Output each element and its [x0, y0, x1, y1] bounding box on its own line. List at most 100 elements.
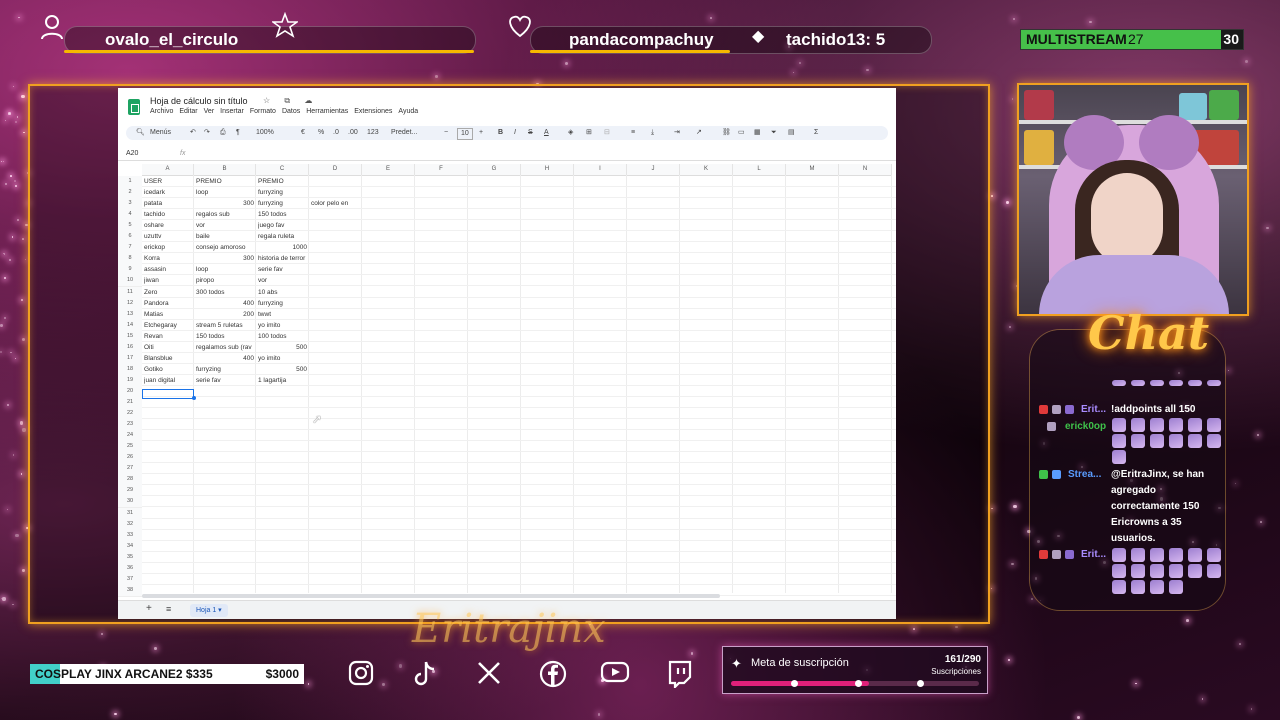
rotate-icon[interactable]: ↗	[696, 126, 702, 140]
fill-handle[interactable]	[192, 396, 196, 400]
add-sheet-button[interactable]: +	[146, 603, 152, 614]
cell[interactable]: 400	[196, 353, 254, 364]
merge-cells-icon[interactable]: ⊟	[604, 126, 610, 140]
cell[interactable]: furryzing	[196, 364, 254, 375]
cell[interactable]: 300 todos	[196, 287, 254, 298]
bold-icon[interactable]: B	[498, 126, 503, 140]
decrease-decimal-button[interactable]: .0	[333, 126, 339, 140]
align-icon[interactable]: ≡	[631, 126, 635, 140]
menu-item-formato[interactable]: Formato	[250, 108, 276, 115]
cell[interactable]: Matias	[144, 309, 192, 320]
document-title[interactable]: Hoja de cálculo sin título	[150, 96, 248, 106]
cell[interactable]: baile	[196, 231, 254, 242]
cell[interactable]: Etchegaray	[144, 320, 192, 331]
currency-button[interactable]: €	[301, 126, 305, 140]
cell[interactable]: historia de terror	[258, 253, 307, 264]
cell[interactable]: PREMIO	[196, 176, 254, 187]
cell[interactable]: 500	[258, 342, 307, 353]
font-size-increase[interactable]: +	[479, 126, 483, 140]
cell[interactable]: twwt	[258, 309, 307, 320]
cell[interactable]: 1 lagartija	[258, 375, 307, 386]
column-header-g[interactable]: G	[468, 164, 521, 176]
cell[interactable]: jiwan	[144, 275, 192, 286]
chat-username[interactable]: Strea...	[1068, 469, 1101, 480]
chat-username[interactable]: Erit...	[1081, 404, 1106, 415]
menu-item-herramientas[interactable]: Herramientas	[306, 108, 348, 115]
cell[interactable]: serie fav	[258, 264, 307, 275]
cell[interactable]: 200	[196, 309, 254, 320]
fill-color-icon[interactable]: ◈	[568, 126, 573, 140]
column-header-i[interactable]: I	[574, 164, 627, 176]
cell[interactable]: serie fav	[196, 375, 254, 386]
filter-views-icon[interactable]: ▤	[788, 126, 795, 140]
tab-hoja-1[interactable]: Hoja 1 ▾	[190, 604, 228, 617]
cell[interactable]: oshare	[144, 220, 192, 231]
column-header-e[interactable]: E	[362, 164, 415, 176]
cell[interactable]: 500	[258, 364, 307, 375]
percent-button[interactable]: %	[318, 126, 324, 140]
italic-icon[interactable]: I	[514, 126, 516, 140]
cell[interactable]: icedark	[144, 187, 192, 198]
cell[interactable]: consejo amoroso	[196, 242, 254, 253]
cell[interactable]: erickop	[144, 242, 192, 253]
column-header-l[interactable]: L	[733, 164, 786, 176]
title-action-icons[interactable]: ☆ ⧉ ☁	[263, 96, 318, 106]
cell[interactable]: 100 todos	[258, 331, 307, 342]
chat-username[interactable]: Erit...	[1081, 549, 1106, 560]
comment-icon[interactable]: ▭	[738, 126, 745, 140]
font-select[interactable]: Predet...	[391, 126, 417, 140]
column-header-a[interactable]: A	[142, 164, 194, 176]
search-menus[interactable]: Menús	[150, 126, 171, 140]
cell[interactable]: color pelo en	[311, 198, 371, 209]
cell[interactable]: 10 abs	[258, 287, 307, 298]
more-formats-button[interactable]: 123	[367, 126, 379, 140]
search-menus-icon[interactable]: 🔍︎	[136, 126, 145, 140]
menu-item-insertar[interactable]: Insertar	[220, 108, 244, 115]
column-header-c[interactable]: C	[256, 164, 309, 176]
cell[interactable]: piropo	[196, 275, 254, 286]
strikethrough-icon[interactable]: S	[528, 126, 533, 140]
cell[interactable]: loop	[196, 187, 254, 198]
column-header-d[interactable]: D	[309, 164, 362, 176]
cell[interactable]: Blansblue	[144, 353, 192, 364]
cell[interactable]: vor	[196, 220, 254, 231]
column-header-k[interactable]: K	[680, 164, 733, 176]
wrap-icon[interactable]: ⇥	[674, 126, 680, 140]
chat-username[interactable]: erick0op	[1065, 421, 1106, 432]
undo-icon[interactable]: ↶	[190, 126, 196, 140]
menu-item-ver[interactable]: Ver	[204, 108, 215, 115]
menu-item-archivo[interactable]: Archivo	[150, 108, 173, 115]
cell[interactable]: 150 todos	[258, 209, 307, 220]
cell[interactable]: Revan	[144, 331, 192, 342]
increase-decimal-button[interactable]: .00	[348, 126, 358, 140]
horizontal-scrollbar[interactable]	[142, 594, 720, 598]
font-size-decrease[interactable]: −	[444, 126, 448, 140]
cell[interactable]: Pandora	[144, 298, 192, 309]
cell[interactable]: Zero	[144, 287, 192, 298]
column-header-n[interactable]: N	[839, 164, 892, 176]
name-box[interactable]: A20	[126, 148, 138, 160]
cell[interactable]: yo imito	[258, 320, 307, 331]
filter-icon[interactable]: ⏷	[771, 126, 777, 140]
link-icon[interactable]: ⛓	[722, 126, 731, 140]
column-header-j[interactable]: J	[627, 164, 680, 176]
cell[interactable]: regalos sub	[196, 209, 254, 220]
cell[interactable]: Korra	[144, 253, 192, 264]
paint-format-icon[interactable]: ¶	[236, 126, 240, 140]
menu-item-editar[interactable]: Editar	[179, 108, 197, 115]
borders-icon[interactable]: ⊞	[586, 126, 592, 140]
vertical-align-icon[interactable]: ⤓	[651, 126, 654, 140]
column-header-b[interactable]: B	[194, 164, 256, 176]
cell[interactable]: furryzing	[258, 198, 307, 209]
menu-item-datos[interactable]: Datos	[282, 108, 300, 115]
cell[interactable]: tachido	[144, 209, 192, 220]
chart-icon[interactable]: ▦	[754, 126, 761, 140]
functions-icon[interactable]: Σ	[814, 126, 818, 140]
cell[interactable]: regala ruleta	[258, 231, 307, 242]
sheets-logo-icon[interactable]	[128, 99, 140, 115]
cell[interactable]: furryzing	[258, 187, 307, 198]
cell[interactable]: 1000	[258, 242, 307, 253]
column-header-h[interactable]: H	[521, 164, 574, 176]
cell[interactable]: furryzing	[258, 298, 307, 309]
all-sheets-button[interactable]: ≡	[166, 604, 171, 614]
